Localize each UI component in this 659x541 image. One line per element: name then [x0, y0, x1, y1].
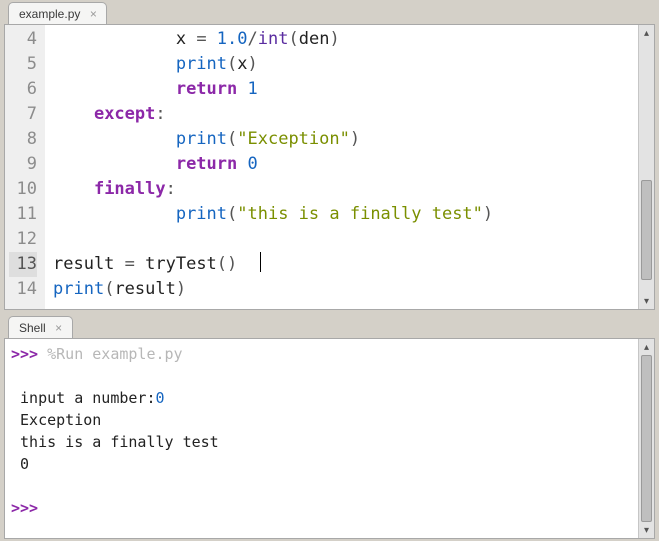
shell-line: input a number:0: [11, 387, 632, 409]
line-number: 7: [9, 102, 37, 127]
editor-scrollbar[interactable]: ▴ ▾: [638, 25, 654, 309]
shell-output[interactable]: >>> %Run example.py input a number:0 Exc…: [5, 339, 638, 538]
close-icon[interactable]: ×: [52, 321, 66, 335]
scroll-down-icon[interactable]: ▾: [639, 293, 654, 309]
code-line[interactable]: print("Exception"): [53, 127, 638, 152]
line-number: 5: [9, 52, 37, 77]
line-number: 6: [9, 77, 37, 102]
line-number: 13: [9, 252, 37, 277]
scroll-up-icon[interactable]: ▴: [639, 339, 654, 355]
shell-tab[interactable]: Shell ×: [8, 316, 73, 338]
line-number: 12: [9, 227, 37, 252]
line-number: 10: [9, 177, 37, 202]
scroll-down-icon[interactable]: ▾: [639, 522, 654, 538]
shell-line: this is a finally test: [11, 431, 632, 453]
scroll-track[interactable]: [639, 41, 654, 293]
code-line[interactable]: return 0: [53, 152, 638, 177]
scroll-thumb[interactable]: [641, 355, 652, 522]
shell-line: Exception: [11, 409, 632, 431]
editor-tab[interactable]: example.py ×: [8, 2, 107, 24]
shell-line: >>> %Run example.py: [11, 343, 632, 365]
code-line[interactable]: finally:: [53, 177, 638, 202]
code-line[interactable]: x = 1.0/int(den): [53, 27, 638, 52]
line-number-gutter: 4567891011121314: [5, 25, 45, 309]
line-number: 8: [9, 127, 37, 152]
shell-pane: Shell × >>> %Run example.py input a numb…: [4, 314, 655, 539]
text-cursor: [260, 252, 261, 272]
scroll-up-icon[interactable]: ▴: [639, 25, 654, 41]
code-line[interactable]: except:: [53, 102, 638, 127]
editor-pane: example.py × 4567891011121314 x = 1.0/in…: [4, 0, 655, 310]
editor-content: 4567891011121314 x = 1.0/int(den) print(…: [4, 24, 655, 310]
shell-line: [11, 365, 632, 387]
line-number: 14: [9, 277, 37, 302]
shell-tab-label: Shell: [19, 321, 46, 335]
shell-content: >>> %Run example.py input a number:0 Exc…: [4, 338, 655, 539]
shell-line: >>>: [11, 497, 632, 519]
editor-tab-label: example.py: [19, 7, 80, 21]
line-number: 11: [9, 202, 37, 227]
line-number: 4: [9, 27, 37, 52]
close-icon[interactable]: ×: [86, 7, 100, 21]
code-line[interactable]: print(x): [53, 52, 638, 77]
scroll-thumb[interactable]: [641, 180, 652, 281]
line-number: 9: [9, 152, 37, 177]
code-line[interactable]: [53, 227, 638, 252]
code-line[interactable]: result = tryTest(): [53, 252, 638, 277]
code-line[interactable]: print("this is a finally test"): [53, 202, 638, 227]
code-area[interactable]: x = 1.0/int(den) print(x) return 1 excep…: [45, 25, 638, 309]
scroll-track[interactable]: [639, 355, 654, 522]
shell-scrollbar[interactable]: ▴ ▾: [638, 339, 654, 538]
shell-line: 0: [11, 453, 632, 475]
code-editor[interactable]: 4567891011121314 x = 1.0/int(den) print(…: [5, 25, 638, 309]
shell-tab-row: Shell ×: [4, 314, 655, 338]
code-line[interactable]: return 1: [53, 77, 638, 102]
shell-line: [11, 475, 632, 497]
code-line[interactable]: print(result): [53, 277, 638, 302]
editor-tab-row: example.py ×: [4, 0, 655, 24]
